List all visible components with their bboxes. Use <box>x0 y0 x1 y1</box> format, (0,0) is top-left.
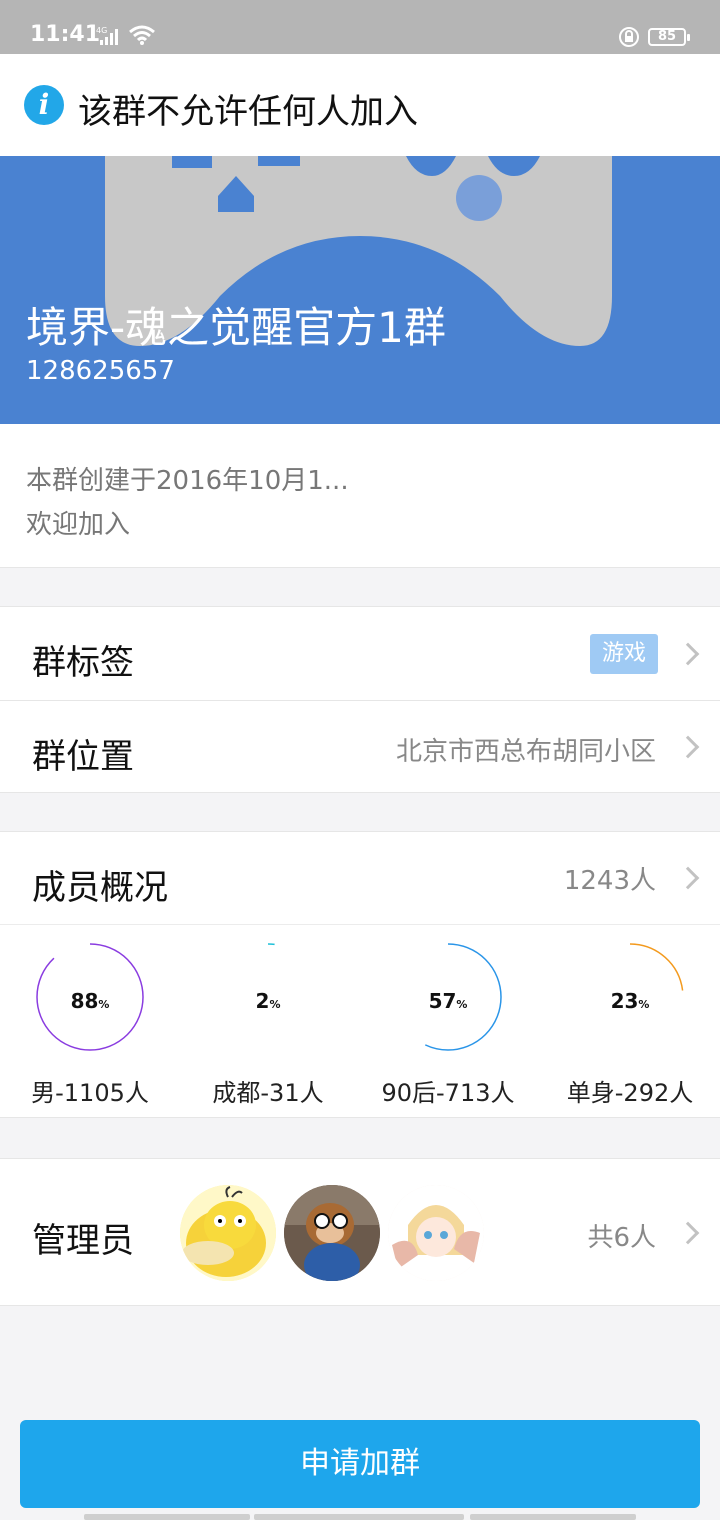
battery-indicator: 85 <box>648 28 690 46</box>
stat-gender: 88% 男-1105人 <box>0 943 180 1113</box>
join-notice: i 该群不允许任何人加入 <box>0 54 720 156</box>
group-location-label: 群位置 <box>32 737 134 777</box>
chevron-right-icon <box>676 866 700 890</box>
status-bar: 11:41 4G 85 <box>0 0 720 54</box>
stat-label: 90后-713人 <box>381 1079 515 1107</box>
group-banner: 境界-魂之觉醒官方1群 128625657 <box>0 156 720 424</box>
avatar[interactable] <box>180 1185 276 1281</box>
notice-text: 该群不允许任何人加入 <box>78 92 418 132</box>
intro-line-1: 本群创建于2016年10月1... <box>26 466 349 496</box>
stat-percent: 2 <box>255 989 270 1013</box>
tag-badge: 游戏 <box>589 634 658 674</box>
network-type: 4G <box>96 26 107 35</box>
members-count: 1243人 <box>563 866 656 896</box>
admins-label: 管理员 <box>32 1221 134 1261</box>
avatar[interactable] <box>388 1185 484 1281</box>
members-overview-row[interactable]: 成员概况 1243人 <box>0 831 720 924</box>
group-location-row[interactable]: 群位置 北京市西总布胡同小区 <box>0 700 720 793</box>
chevron-right-icon <box>676 735 700 759</box>
admins-row[interactable]: 管理员 共6人 <box>0 1158 720 1306</box>
members-label: 成员概况 <box>32 868 168 908</box>
member-stats: 88% 男-1105人 2% 成都-31人 57% 90后-713人 23% 单… <box>0 924 720 1118</box>
stat-age: 57% 90后-713人 <box>358 943 538 1113</box>
stat-city: 2% 成都-31人 <box>178 943 358 1113</box>
intro-line-2: 欢迎加入 <box>26 510 131 540</box>
stat-single: 23% 单身-292人 <box>540 943 720 1113</box>
stat-percent: 57 <box>428 989 457 1013</box>
stat-percent: 23 <box>610 989 639 1013</box>
stat-label: 成都-31人 <box>212 1079 324 1107</box>
group-intro[interactable]: 本群创建于2016年10月1... 欢迎加入 <box>0 424 720 568</box>
avatar[interactable] <box>284 1185 380 1281</box>
stat-label: 单身-292人 <box>566 1079 694 1107</box>
rotation-lock-icon <box>618 26 640 52</box>
stat-percent: 88 <box>70 989 99 1013</box>
group-id: 128625657 <box>26 356 175 386</box>
group-tags-label: 群标签 <box>32 643 134 683</box>
group-tags-row[interactable]: 群标签 游戏 <box>0 606 720 700</box>
info-icon: i <box>24 85 64 125</box>
chevron-right-icon <box>676 1221 700 1245</box>
chevron-right-icon <box>676 642 700 666</box>
group-location-value: 北京市西总布胡同小区 <box>395 737 656 767</box>
apply-join-button[interactable]: 申请加群 <box>20 1420 700 1508</box>
nav-gesture-bar <box>84 1514 636 1520</box>
signal-icon: 4G <box>96 26 122 50</box>
admins-count: 共6人 <box>587 1223 656 1253</box>
group-name: 境界-魂之觉醒官方1群 <box>26 303 446 352</box>
wifi-icon <box>128 24 156 50</box>
status-time: 11:41 <box>30 22 101 47</box>
stat-label: 男-1105人 <box>31 1079 149 1107</box>
